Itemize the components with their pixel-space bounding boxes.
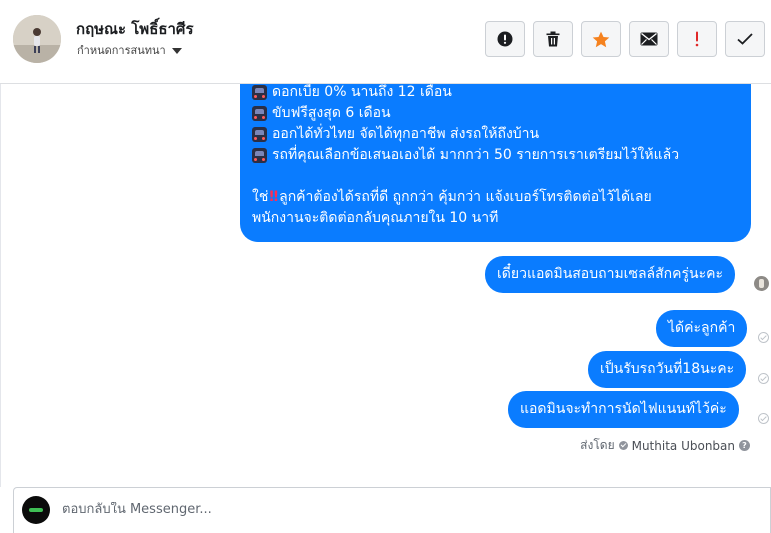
reply-composer: [13, 487, 771, 533]
delivered-check-icon: [758, 373, 769, 384]
message-bubble: ได้ค่ะลูกค้า: [656, 310, 748, 347]
promo-cta-line: พนักงานจะติดต่อกลับคุณภายใน 10 นาที: [252, 208, 751, 229]
promo-line-text: รถที่คุณเลือกข้อเสนอเองได้ มากกว่า 50 รา…: [272, 147, 680, 163]
reply-input[interactable]: [62, 502, 752, 517]
verified-check-icon: [618, 441, 628, 450]
promo-line-text: ออกได้ทั่วไทย จัดได้ทุกอาชีพ ส่งรถให้ถึง…: [272, 126, 540, 142]
mark-unread-button[interactable]: [629, 21, 669, 57]
action-toolbar: [485, 21, 765, 57]
seen-by-avatar: [754, 276, 769, 291]
sent-by-label: ส่งโดย: [580, 438, 615, 452]
mark-done-button[interactable]: [725, 21, 765, 57]
promo-line: รถที่คุณเลือกข้อเสนอเองได้ มากกว่า 50 รา…: [252, 145, 751, 166]
car-emoji-icon: [252, 106, 267, 121]
promo-line: ออกได้ทั่วไทย จัดได้ทุกอาชีพ ส่งรถให้ถึง…: [252, 124, 751, 145]
promo-cta-text: พนักงานจะติดต่อกลับคุณภายใน 10 นาที: [252, 210, 499, 226]
caret-down-icon: [171, 47, 182, 54]
contact-name: กฤษณะ โพธิ์ธาศีร: [76, 20, 194, 38]
page-avatar: [22, 496, 50, 524]
promo-line: ขับฟรีสูงสุด 6 เดือน: [252, 103, 751, 124]
conversation-header: กฤษณะ โพธิ์ธาศีร กำหนดการสนทนา: [0, 0, 771, 84]
delete-button[interactable]: [533, 21, 573, 57]
star-button[interactable]: [581, 21, 621, 57]
promo-cta-text: ลูกค้าต้องได้รถที่ดี ถูกกว่า คุ้มกว่า แจ…: [279, 189, 652, 205]
delivered-check-icon: [758, 332, 769, 343]
star-icon: [592, 31, 610, 47]
trash-icon: [546, 31, 560, 47]
message-thread[interactable]: ดอกเบี้ย 0% นานถึง 12 เดือน ขับฟรีสูงสุด…: [0, 84, 771, 487]
double-exclamation-icon: ‼: [269, 189, 279, 205]
exclamation-icon: [695, 31, 699, 47]
promo-message-bubble: ดอกเบี้ย 0% นานถึง 12 เดือน ขับฟรีสูงสุด…: [240, 84, 751, 242]
promo-cta-start: ใช่: [252, 189, 269, 205]
contact-avatar[interactable]: [13, 15, 61, 63]
promo-line-text: ดอกเบี้ย 0% นานถึง 12 เดือน: [272, 84, 452, 100]
envelope-icon: [640, 32, 658, 46]
car-emoji-icon: [252, 127, 267, 142]
sent-by-agent: Muthita Ubonban: [631, 438, 735, 453]
car-emoji-icon: [252, 148, 267, 163]
alert-circle-icon: [497, 31, 513, 47]
promo-cta-line: ใช่ ‼ ลูกค้าต้องได้รถที่ดี ถูกกว่า คุ้มกว่…: [252, 187, 751, 208]
message-bubble: เดี๋ยวแอดมินสอบถามเซลล์สักครู่นะคะ: [485, 256, 735, 293]
delivered-check-icon: [758, 413, 769, 424]
car-emoji-icon: [252, 85, 267, 100]
promo-line: ดอกเบี้ย 0% นานถึง 12 เดือน: [252, 84, 751, 103]
message-bubble: เป็นรับรถวันที่18นะคะ: [588, 351, 747, 388]
sent-by-info: ส่งโดย Muthita Ubonban ?: [580, 436, 750, 455]
mark-spam-button[interactable]: [485, 21, 525, 57]
follow-up-button[interactable]: [677, 21, 717, 57]
checkmark-icon: [737, 33, 753, 45]
assign-label: กำหนดการสนทนา: [77, 44, 166, 57]
help-icon[interactable]: ?: [739, 440, 750, 451]
assign-conversation-dropdown[interactable]: กำหนดการสนทนา: [77, 41, 182, 59]
message-bubble: แอดมินจะทำการนัดไฟแนนท์ไว้ค่ะ: [508, 391, 739, 428]
promo-line-text: ขับฟรีสูงสุด 6 เดือน: [272, 105, 391, 121]
